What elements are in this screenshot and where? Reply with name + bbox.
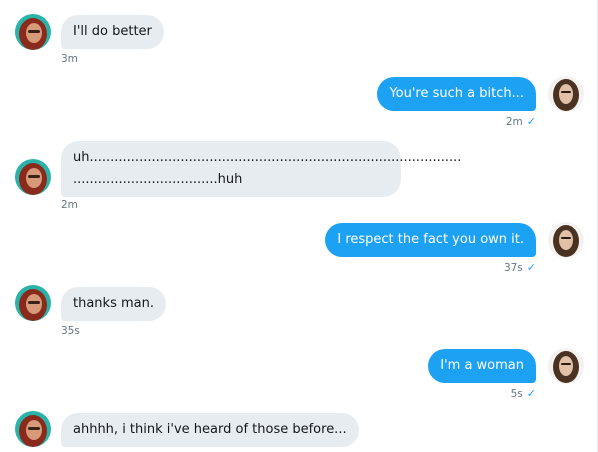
sender-avatar[interactable]	[15, 411, 51, 447]
message-status: 37s ✓	[504, 261, 536, 275]
message-bubble-incoming[interactable]: ahhhh, i think i've heard of those befor…	[61, 413, 359, 447]
message-status: 2m ✓	[506, 115, 536, 129]
message-timestamp: 3m	[61, 53, 78, 65]
avatar-photo-out	[548, 76, 584, 112]
check-icon: ✓	[526, 115, 536, 128]
message-bubble-outgoing[interactable]: You're such a bitch...	[377, 77, 536, 111]
avatar-photo-in	[15, 411, 51, 447]
message-timestamp: 37s	[503, 262, 523, 274]
sender-avatar[interactable]	[15, 159, 51, 195]
user-avatar[interactable]	[548, 76, 584, 112]
message-timestamp: 5s	[510, 388, 523, 400]
message-timestamp: 2m	[505, 116, 523, 128]
avatar-photo-in	[15, 159, 51, 195]
message-bubble-outgoing[interactable]: I respect the fact you own it.	[325, 223, 536, 257]
message-timestamp: 2m	[61, 199, 78, 211]
avatar-photo-out	[548, 222, 584, 258]
message-line: ...................................huh	[73, 172, 243, 187]
user-avatar[interactable]	[548, 348, 584, 384]
message-status: 5s ✓	[511, 387, 536, 401]
message-bubble-incoming[interactable]: I'll do better	[61, 15, 164, 49]
sender-avatar[interactable]	[15, 14, 51, 50]
check-icon: ✓	[526, 261, 536, 274]
avatar-photo-in	[15, 285, 51, 321]
avatar-photo-in	[15, 14, 51, 50]
message-timestamp: 35s	[61, 325, 80, 337]
message-line: uh......................................…	[73, 150, 462, 165]
sender-avatar[interactable]	[15, 285, 51, 321]
message-bubble-incoming[interactable]: uh......................................…	[61, 141, 462, 197]
user-avatar[interactable]	[548, 222, 584, 258]
check-icon: ✓	[526, 387, 536, 400]
message-bubble-outgoing[interactable]: I'm a woman	[428, 349, 536, 383]
avatar-photo-out	[548, 348, 584, 384]
message-bubble-incoming[interactable]: thanks man.	[61, 287, 166, 321]
dm-conversation: I'll do better 3m You're such a bitch...…	[0, 0, 598, 452]
